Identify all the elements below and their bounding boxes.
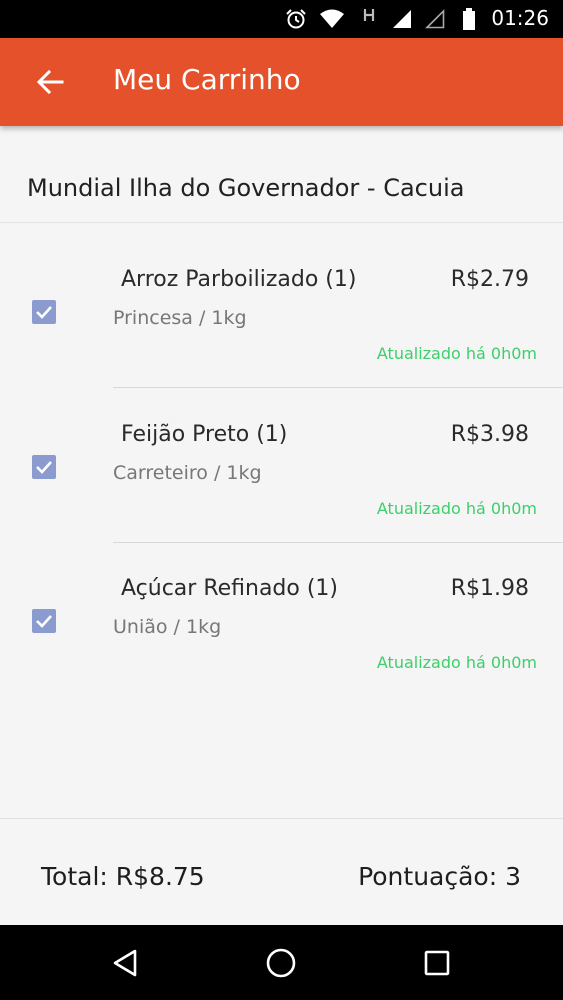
signal-icon <box>390 8 414 30</box>
item-checkbox[interactable] <box>32 455 56 479</box>
cart-total: Total: R$8.75 <box>41 862 205 891</box>
item-detail: Carreteiro / 1kg <box>113 462 262 484</box>
item-price: R$3.98 <box>450 422 529 447</box>
wifi-icon <box>318 8 346 30</box>
page-title: Meu Carrinho <box>113 63 301 96</box>
arrow-left-icon <box>36 69 64 95</box>
item-name: Arroz Parboilizado (1) <box>121 267 357 292</box>
item-checkbox[interactable] <box>32 300 56 324</box>
recents-square-icon <box>424 950 450 976</box>
store-name: Mundial Ilha do Governador - Cacuia <box>27 174 465 202</box>
cart-item: Feijão Preto (1) R$3.98 Carreteiro / 1kg… <box>0 388 563 543</box>
cart-screen: 01:26 Meu Carrinho Mundial Ilha do Gover… <box>0 0 563 1000</box>
item-detail: União / 1kg <box>113 616 222 638</box>
item-checkbox[interactable] <box>32 609 56 633</box>
back-button[interactable] <box>24 58 76 106</box>
check-icon <box>36 615 52 628</box>
cart-footer: Total: R$8.75 Pontuação: 3 <box>0 818 563 925</box>
item-price: R$1.98 <box>450 576 529 601</box>
home-circle-icon <box>266 948 296 978</box>
item-price: R$2.79 <box>450 267 529 292</box>
item-name: Feijão Preto (1) <box>121 422 288 447</box>
item-updated: Atualizado há 0h0m <box>376 653 537 672</box>
cart-item: Açúcar Refinado (1) R$1.98 União / 1kg A… <box>0 543 563 698</box>
item-updated: Atualizado há 0h0m <box>376 344 537 363</box>
cart-item: Arroz Parboilizado (1) R$2.79 Princesa /… <box>0 233 563 388</box>
item-detail: Princesa / 1kg <box>113 307 247 329</box>
status-bar: 01:26 <box>0 0 563 38</box>
alarm-icon <box>284 8 308 30</box>
app-bar: Meu Carrinho <box>0 38 563 126</box>
network-h-icon <box>362 4 376 26</box>
nav-home-button[interactable] <box>259 943 303 983</box>
back-triangle-icon <box>113 949 137 977</box>
item-name: Açúcar Refinado (1) <box>121 576 339 601</box>
battery-icon <box>461 8 477 30</box>
item-updated: Atualizado há 0h0m <box>376 499 537 518</box>
check-icon <box>36 461 52 474</box>
clock: 01:26 <box>491 6 549 30</box>
signal-empty-icon <box>423 8 447 30</box>
cart-score: Pontuação: 3 <box>358 862 521 891</box>
nav-recents-button[interactable] <box>415 943 459 983</box>
nav-back-button[interactable] <box>103 943 147 983</box>
store-header: Mundial Ilha do Governador - Cacuia <box>0 126 563 223</box>
check-icon <box>36 306 52 319</box>
system-nav-bar <box>0 925 563 1000</box>
